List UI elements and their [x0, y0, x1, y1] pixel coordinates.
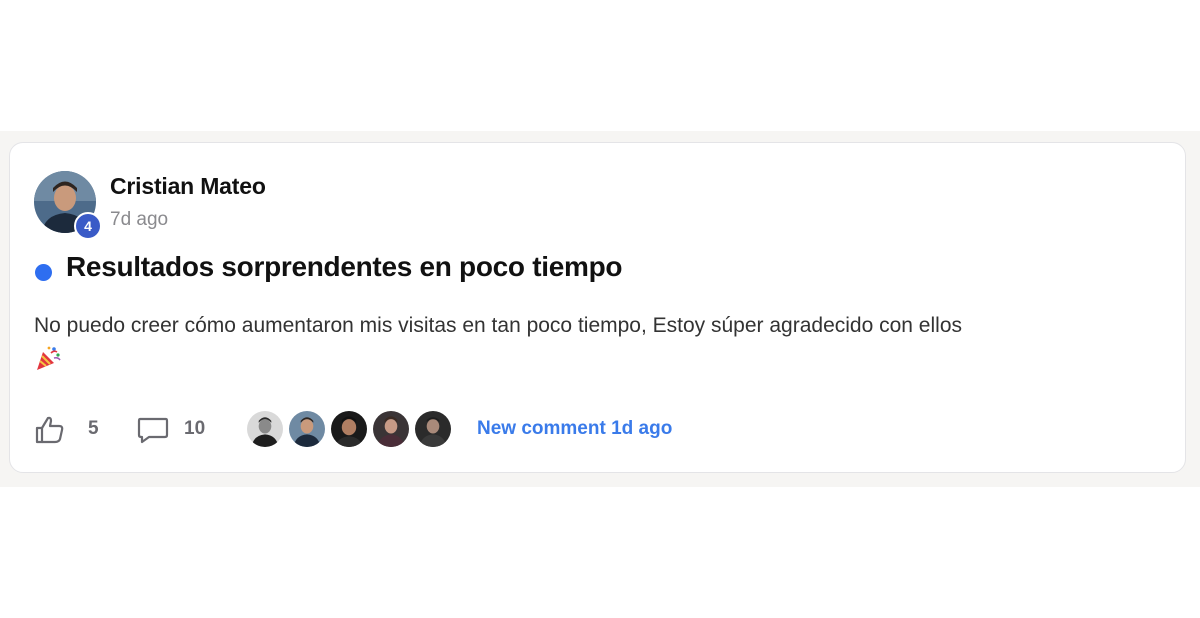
- unread-indicator: [35, 264, 52, 281]
- comment-bubble-icon[interactable]: [136, 414, 170, 446]
- like-count: 5: [88, 418, 99, 439]
- post-footer: 5 10 New comment 1d ago: [34, 407, 1134, 451]
- new-comment-link[interactable]: New comment 1d ago: [477, 418, 672, 440]
- thumbs-up-icon[interactable]: [34, 414, 66, 446]
- commenter-avatar[interactable]: [287, 409, 327, 449]
- post-timestamp: 7d ago: [110, 209, 169, 230]
- commenter-avatar[interactable]: [371, 409, 411, 449]
- post-card[interactable]: 4 Cristian Mateo 7d ago Resultados sorpr…: [9, 142, 1186, 473]
- commenter-avatar[interactable]: [329, 409, 369, 449]
- comment-count: 10: [184, 418, 206, 439]
- post-body: No puedo creer cómo aumentaron mis visit…: [34, 309, 1144, 377]
- party-popper-icon: [37, 346, 61, 370]
- level-badge: 4: [74, 212, 102, 240]
- commenter-avatar[interactable]: [413, 409, 453, 449]
- post-title[interactable]: Resultados sorprendentes en poco tiempo: [66, 251, 622, 283]
- post-body-text: No puedo creer cómo aumentaron mis visit…: [34, 314, 962, 337]
- author-name[interactable]: Cristian Mateo: [110, 173, 266, 200]
- author-avatar-container[interactable]: 4: [34, 171, 102, 240]
- commenter-avatar[interactable]: [245, 409, 285, 449]
